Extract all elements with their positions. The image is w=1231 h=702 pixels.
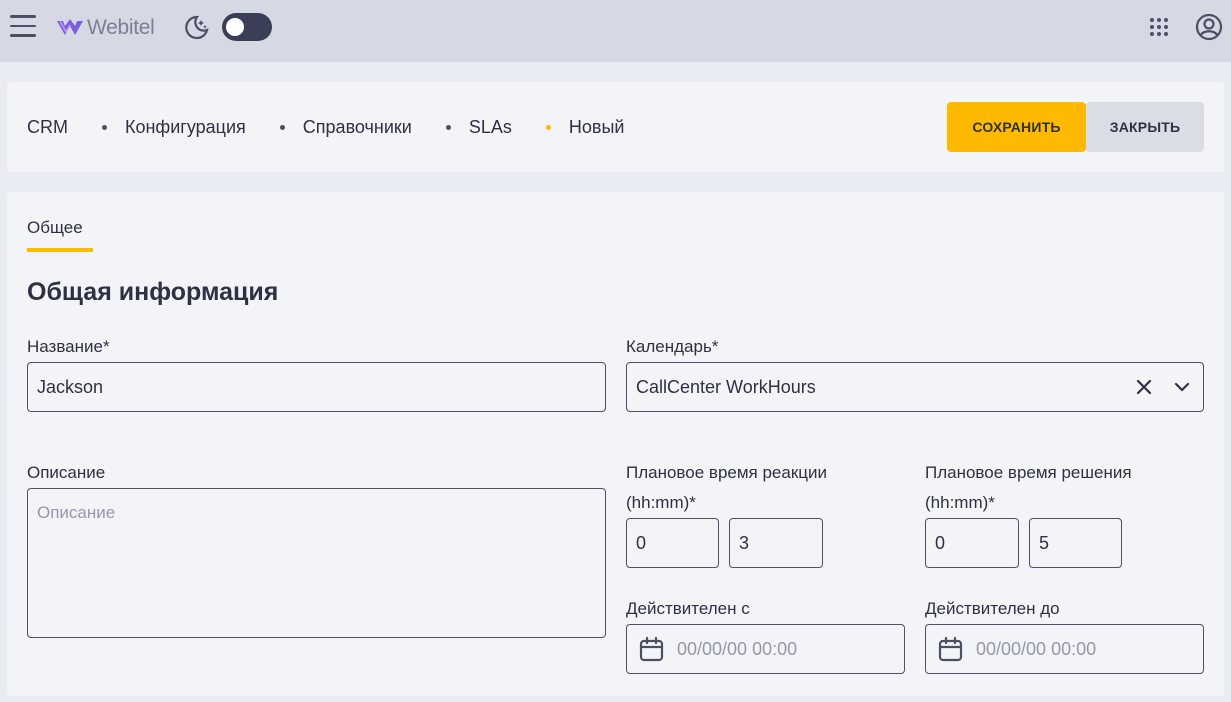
breadcrumb-item-slas[interactable]: SLAs	[469, 117, 512, 138]
chevron-down-icon[interactable]	[1173, 378, 1191, 396]
description-placeholder: Описание	[37, 503, 116, 522]
logo[interactable]: Webitel	[56, 14, 155, 42]
close-button[interactable]: ЗАКРЫТЬ	[1086, 102, 1204, 152]
tab-active-indicator	[27, 248, 93, 252]
breadcrumb-item-configuration[interactable]: Конфигурация	[125, 117, 246, 138]
valid-to-label: Действителен до	[925, 599, 1060, 618]
breadcrumb-item-crm[interactable]: CRM	[27, 117, 68, 138]
description-label: Описание	[27, 463, 106, 482]
breadcrumb-item-directories[interactable]: Справочники	[303, 117, 412, 138]
breadcrumb-separator	[102, 124, 107, 130]
breadcrumb-separator-active	[545, 124, 551, 130]
calendar-icon[interactable]	[638, 636, 665, 663]
top-bar: Webitel	[0, 0, 1231, 62]
name-input[interactable]: Jackson	[27, 362, 606, 412]
logo-text: Webitel	[87, 16, 155, 39]
hamburger-menu-icon[interactable]	[10, 15, 36, 39]
calendar-select-value: CallCenter WorkHours	[636, 376, 816, 397]
section-title: Общая информация	[27, 278, 279, 306]
calendar-icon[interactable]	[937, 636, 964, 663]
calendar-label: Календарь*	[626, 337, 719, 356]
valid-from-placeholder: 00/00/00 00:00	[677, 638, 798, 659]
resolution-hours-value: 0	[935, 532, 946, 553]
reaction-hours-input[interactable]: 0	[626, 518, 719, 568]
user-account-icon[interactable]	[1195, 13, 1223, 41]
tab-general[interactable]: Общее	[27, 218, 83, 238]
resolution-time-label: Плановое время решения	[925, 463, 1132, 482]
save-button[interactable]: СОХРАНИТЬ	[947, 102, 1086, 152]
breadcrumb-item-new: Новый	[568, 116, 625, 137]
resolution-minutes-value: 5	[1039, 532, 1050, 553]
reaction-time-label: Плановое время реакции	[626, 463, 827, 482]
name-input-value: Jackson	[37, 376, 104, 397]
breadcrumb-separator	[279, 124, 285, 130]
clear-icon[interactable]	[1135, 378, 1153, 396]
resolution-time-format-label: (hh:mm)*	[925, 493, 995, 512]
theme-toggle[interactable]	[222, 13, 272, 41]
valid-from-datepicker[interactable]: 00/00/00 00:00	[626, 624, 905, 674]
valid-to-placeholder: 00/00/00 00:00	[976, 638, 1097, 659]
toggle-knob	[226, 18, 244, 36]
breadcrumb-card: CRM Конфигурация Справочники SLAs Новый …	[7, 82, 1224, 172]
description-textarea[interactable]: Описание	[27, 488, 606, 638]
select-controls	[1135, 378, 1191, 396]
breadcrumb: CRM Конфигурация Справочники SLAs Новый	[27, 82, 624, 172]
valid-to-datepicker[interactable]: 00/00/00 00:00	[925, 624, 1204, 674]
name-label: Название*	[27, 337, 110, 356]
breadcrumb-separator	[445, 124, 451, 130]
reaction-time-format-label: (hh:mm)*	[626, 493, 696, 512]
form-card: Общее Общая информация Название* Jackson…	[7, 192, 1224, 696]
valid-from-label: Действителен с	[626, 599, 750, 618]
resolution-minutes-input[interactable]: 5	[1029, 518, 1122, 568]
reaction-hours-value: 0	[636, 532, 647, 553]
calendar-select[interactable]: CallCenter WorkHours	[626, 362, 1204, 412]
apps-grid-icon[interactable]	[1149, 17, 1169, 37]
moon-icon[interactable]	[183, 14, 210, 41]
webitel-logo-icon	[57, 19, 83, 35]
resolution-hours-input[interactable]: 0	[925, 518, 1019, 568]
reaction-minutes-value: 3	[739, 532, 750, 553]
reaction-minutes-input[interactable]: 3	[729, 518, 823, 568]
